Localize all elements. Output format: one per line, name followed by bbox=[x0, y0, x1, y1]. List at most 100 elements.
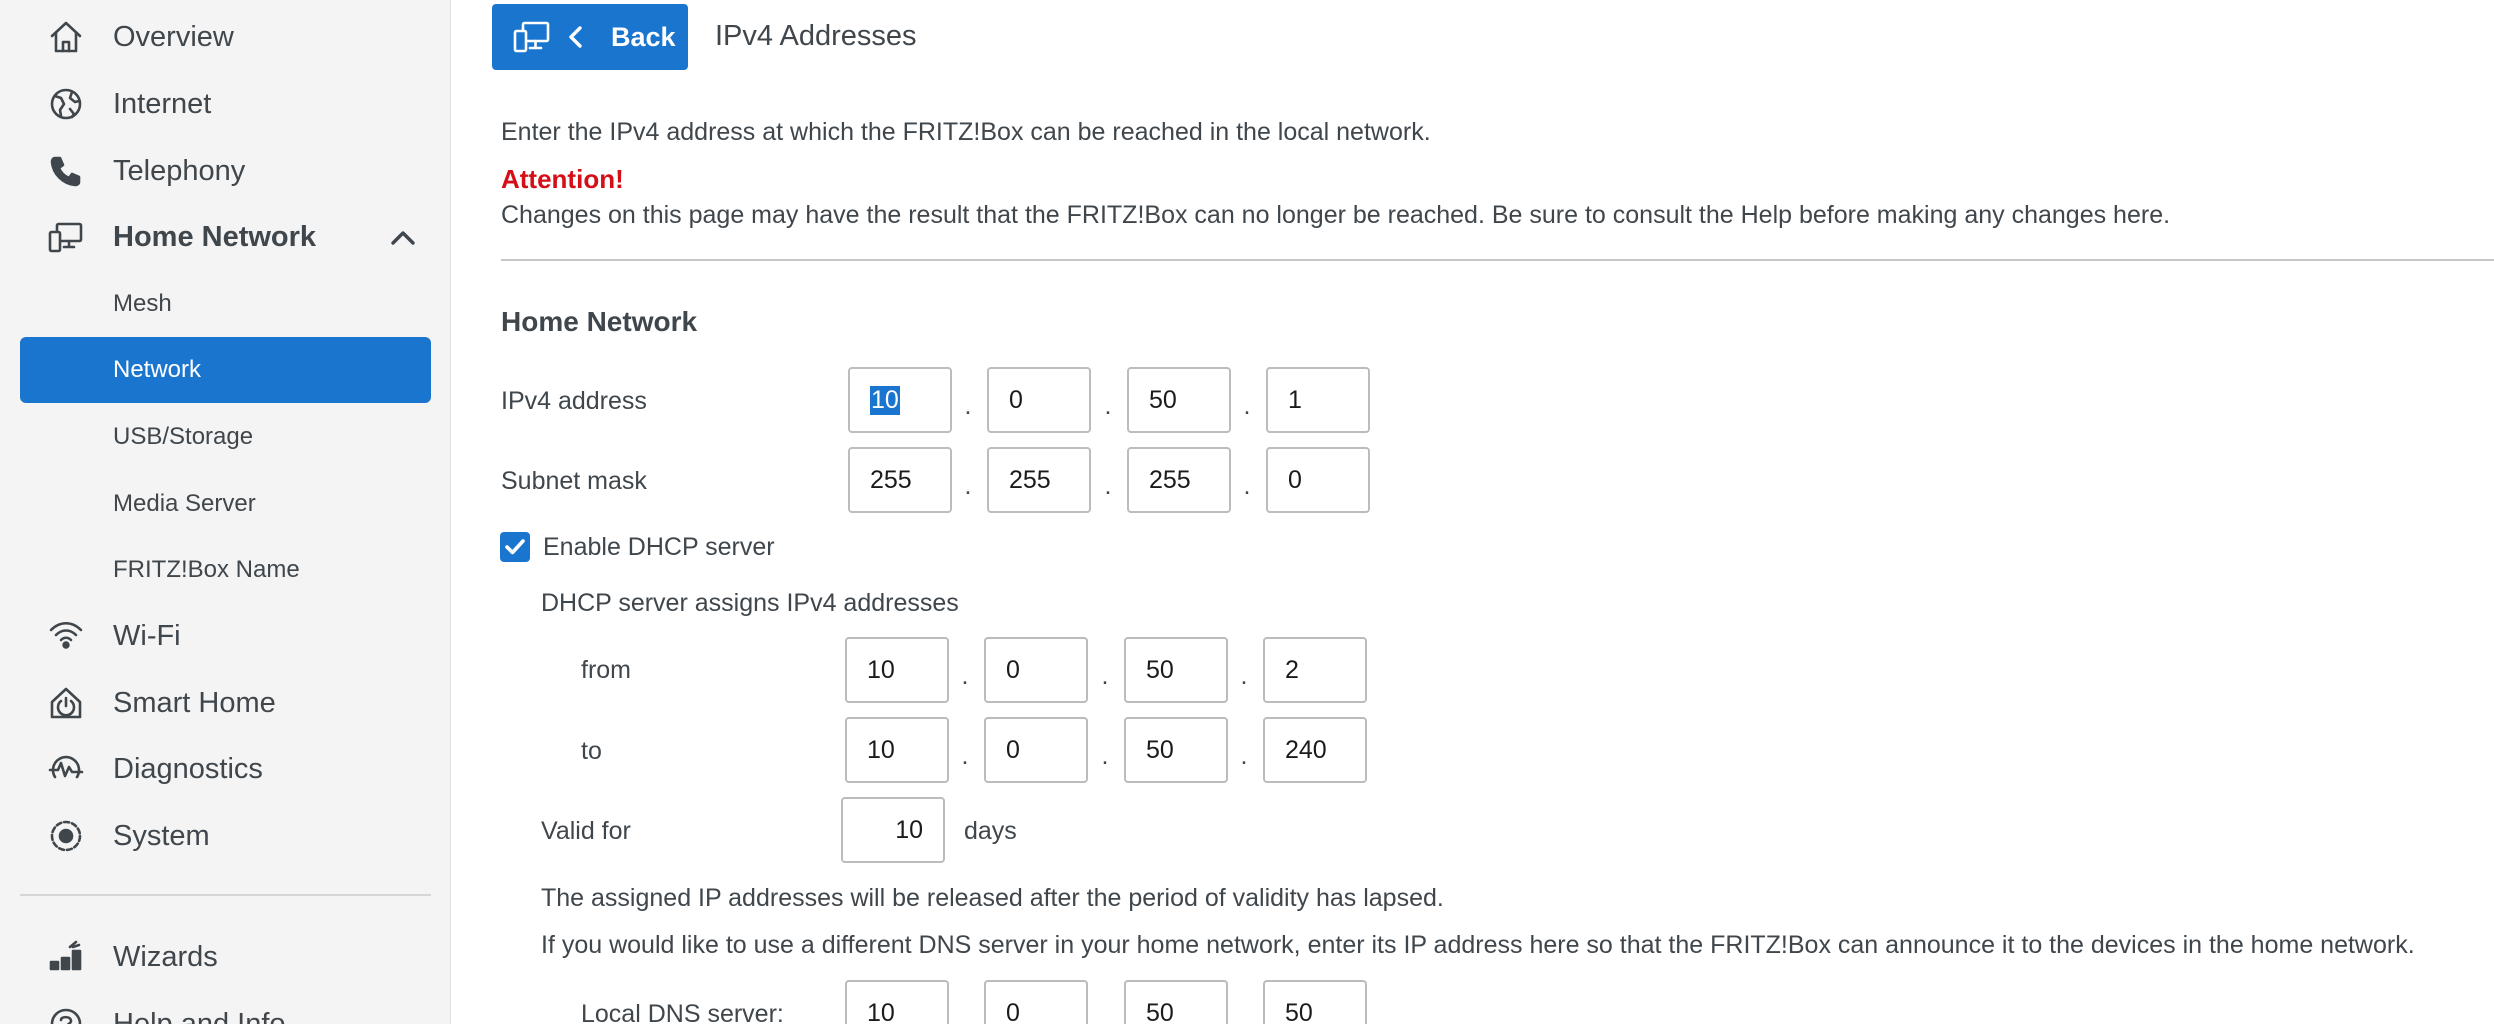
dns-octet-2[interactable]: 0 bbox=[984, 980, 1088, 1024]
sidebar-nav: Overview Internet Telephony Home Network… bbox=[0, 0, 451, 1024]
help-icon bbox=[44, 1002, 88, 1024]
wizards-icon bbox=[44, 935, 88, 979]
sidebar-item-wizards[interactable]: Wizards bbox=[0, 927, 451, 987]
octet-separator: . bbox=[961, 742, 969, 770]
sidebar-subitem-fritzbox-name[interactable]: FRITZ!Box Name bbox=[20, 537, 431, 603]
sidebar-item-system[interactable]: System bbox=[0, 806, 451, 866]
warning-text: Changes on this page may have the result… bbox=[501, 201, 2171, 229]
sidebar-item-label: Internet bbox=[113, 87, 212, 120]
octet-separator: . bbox=[961, 1005, 969, 1024]
to-label: to bbox=[581, 737, 602, 765]
enable-dhcp-checkbox[interactable] bbox=[500, 532, 530, 562]
sidebar-subitem-label: Mesh bbox=[113, 290, 172, 317]
phone-icon bbox=[44, 149, 88, 193]
ipv4-octet-1[interactable]: 10 bbox=[848, 367, 952, 433]
smart-home-icon bbox=[44, 681, 88, 725]
chevron-left-icon bbox=[564, 24, 588, 50]
octet-separator: . bbox=[1101, 1005, 1109, 1024]
back-button-label: Back bbox=[611, 22, 676, 52]
sidebar-item-label: Home Network bbox=[113, 220, 317, 253]
sidebar-item-label: Wizards bbox=[113, 940, 218, 973]
page-title: IPv4 Addresses bbox=[715, 20, 917, 52]
octet-separator: . bbox=[1240, 1005, 1248, 1024]
octet-separator: . bbox=[1240, 662, 1248, 690]
octet-separator: . bbox=[1101, 742, 1109, 770]
sidebar-item-smart-home[interactable]: Smart Home bbox=[0, 673, 451, 733]
sidebar-subitem-mesh[interactable]: Mesh bbox=[20, 271, 431, 337]
dns-octet-1[interactable]: 10 bbox=[845, 980, 949, 1024]
subnet-octet-2[interactable]: 255 bbox=[987, 447, 1091, 513]
ipv4-octet-4[interactable]: 1 bbox=[1266, 367, 1370, 433]
dhcp-to-octet-1[interactable]: 10 bbox=[845, 717, 949, 783]
subnet-octet-4[interactable]: 0 bbox=[1266, 447, 1370, 513]
dhcp-from-octet-3[interactable]: 50 bbox=[1124, 637, 1228, 703]
diagnostics-icon bbox=[44, 747, 88, 791]
sidebar-divider bbox=[20, 894, 431, 896]
octet-separator: . bbox=[1101, 662, 1109, 690]
dhcp-to-octet-2[interactable]: 0 bbox=[984, 717, 1088, 783]
dhcp-from-octet-4[interactable]: 2 bbox=[1263, 637, 1367, 703]
dns-octet-4[interactable]: 50 bbox=[1263, 980, 1367, 1024]
home-network-icon bbox=[44, 215, 88, 259]
home-network-icon bbox=[512, 18, 552, 56]
sidebar-item-wifi[interactable]: Wi-Fi bbox=[0, 606, 451, 666]
octet-separator: . bbox=[1104, 392, 1112, 420]
dhcp-to-octet-3[interactable]: 50 bbox=[1124, 717, 1228, 783]
dhcp-from-octet-1[interactable]: 10 bbox=[845, 637, 949, 703]
sidebar-item-label: Overview bbox=[113, 20, 234, 53]
dhcp-to-octet-4[interactable]: 240 bbox=[1263, 717, 1367, 783]
sidebar-subitem-label: USB/Storage bbox=[113, 423, 254, 450]
octet-separator: . bbox=[964, 392, 972, 420]
attention-heading: Attention! bbox=[501, 164, 624, 194]
ipv4-octet-1-value: 10 bbox=[870, 385, 900, 415]
divider bbox=[501, 259, 2494, 261]
sidebar-subitem-media-server[interactable]: Media Server bbox=[20, 471, 431, 537]
sidebar-item-label: System bbox=[113, 819, 210, 852]
sidebar-item-label: Telephony bbox=[113, 154, 246, 187]
dhcp-from-octet-2[interactable]: 0 bbox=[984, 637, 1088, 703]
days-unit-label: days bbox=[964, 817, 1017, 845]
octet-separator: . bbox=[1104, 472, 1112, 500]
sidebar-item-label: Wi-Fi bbox=[113, 619, 181, 652]
sidebar-item-label: Smart Home bbox=[113, 686, 276, 719]
sidebar-item-label: Diagnostics bbox=[113, 752, 263, 785]
sidebar-subitem-label: Media Server bbox=[113, 490, 256, 517]
sidebar-item-help-info[interactable]: Help and Info bbox=[0, 994, 451, 1024]
octet-separator: . bbox=[1240, 742, 1248, 770]
octet-separator: . bbox=[1243, 472, 1251, 500]
sidebar-item-diagnostics[interactable]: Diagnostics bbox=[0, 739, 451, 799]
sidebar-item-label: Help and Info bbox=[113, 1007, 286, 1024]
dns-octet-3[interactable]: 50 bbox=[1124, 980, 1228, 1024]
section-title: Home Network bbox=[501, 306, 698, 337]
wifi-icon bbox=[44, 614, 88, 658]
valid-for-label: Valid for bbox=[541, 817, 631, 845]
subnet-octet-3[interactable]: 255 bbox=[1127, 447, 1231, 513]
sidebar-item-internet[interactable]: Internet bbox=[0, 74, 451, 134]
subnet-octet-1[interactable]: 255 bbox=[848, 447, 952, 513]
back-button[interactable]: Back bbox=[492, 4, 688, 70]
enable-dhcp-label[interactable]: Enable DHCP server bbox=[543, 533, 775, 562]
sidebar-subitem-usb-storage[interactable]: USB/Storage bbox=[20, 404, 431, 470]
sidebar-item-overview[interactable]: Overview bbox=[0, 7, 451, 67]
ipv4-label: IPv4 address bbox=[501, 387, 647, 415]
octet-separator: . bbox=[961, 662, 969, 690]
octet-separator: . bbox=[1243, 392, 1251, 420]
sidebar-subitem-label: Network bbox=[113, 356, 202, 383]
intro-text: Enter the IPv4 address at which the FRIT… bbox=[501, 118, 1431, 146]
sidebar-item-home-network[interactable]: Home Network bbox=[0, 207, 451, 267]
sidebar-subitem-label: FRITZ!Box Name bbox=[113, 556, 300, 583]
from-label: from bbox=[581, 656, 631, 684]
sidebar-item-telephony[interactable]: Telephony bbox=[0, 141, 451, 201]
sidebar-subitem-network[interactable]: Network bbox=[20, 337, 431, 403]
dhcp-range-heading: DHCP server assigns IPv4 addresses bbox=[541, 589, 959, 617]
dns-note: If you would like to use a different DNS… bbox=[541, 931, 2415, 959]
ipv4-octet-2[interactable]: 0 bbox=[987, 367, 1091, 433]
subnet-label: Subnet mask bbox=[501, 467, 647, 495]
ipv4-octet-3[interactable]: 50 bbox=[1127, 367, 1231, 433]
system-icon bbox=[44, 814, 88, 858]
lease-days-input[interactable]: 10 bbox=[841, 797, 945, 863]
home-icon bbox=[44, 15, 88, 59]
checkmark-icon bbox=[505, 539, 525, 555]
chevron-up-icon[interactable] bbox=[386, 221, 420, 255]
release-note: The assigned IP addresses will be releas… bbox=[541, 884, 1444, 912]
